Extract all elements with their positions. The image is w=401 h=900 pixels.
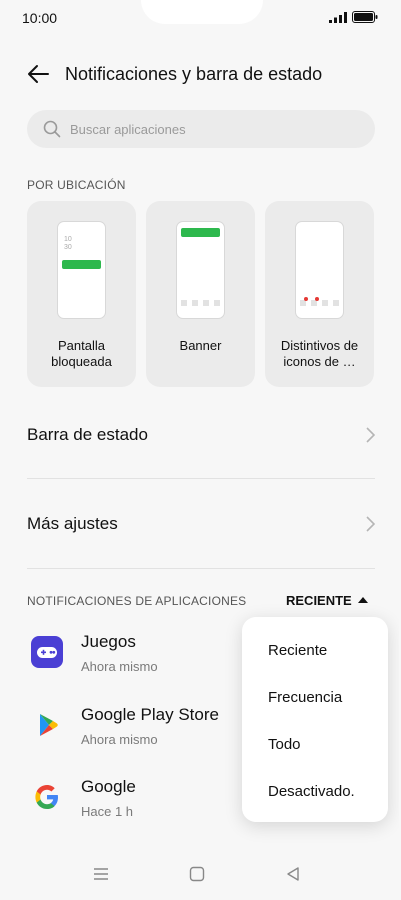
status-bar: 10:00 — [2, 0, 399, 36]
battery-icon — [352, 11, 378, 23]
app-time: Ahora mismo — [81, 732, 158, 747]
search-input[interactable]: Buscar aplicaciones — [27, 110, 375, 148]
camera-notch — [141, 0, 263, 24]
divider — [27, 478, 375, 479]
navigation-bar — [2, 860, 399, 890]
preview-dock — [300, 297, 341, 306]
caret-up-icon[interactable] — [358, 597, 368, 603]
app-name: Google Play Store — [81, 705, 219, 724]
badge-dot — [315, 297, 319, 301]
card-lock-screen[interactable]: 10 30 Pantalla bloqueada — [27, 201, 136, 387]
card-label: Banner — [179, 338, 222, 353]
card-label: Pantalla bloqueada — [51, 338, 112, 369]
sort-dropdown[interactable]: RECIENTE — [286, 593, 352, 608]
section-label-app-notifications: NOTIFICACIONES DE APLICACIONES — [27, 594, 247, 608]
menu-item-disabled[interactable]: Desactivado. — [268, 783, 355, 800]
menu-item-all[interactable]: Todo — [268, 736, 301, 753]
banner-preview — [176, 221, 225, 319]
sort-menu: Reciente Frecuencia Todo Desactivado. — [242, 617, 388, 822]
menu-item-recent[interactable]: Reciente — [268, 642, 327, 659]
menu-item-frequency[interactable]: Frecuencia — [268, 689, 342, 706]
menu-icon[interactable] — [93, 866, 109, 882]
games-icon — [31, 636, 63, 668]
search-placeholder: Buscar aplicaciones — [70, 122, 186, 137]
card-icon-badges[interactable]: Distintivos de iconos de … — [265, 201, 374, 387]
preview-clock: 10 30 — [64, 236, 72, 251]
preview-dock — [181, 300, 222, 306]
search-icon — [43, 120, 61, 138]
app-row-games[interactable]: Juegos Ahora mismo — [27, 628, 267, 678]
screen: 10:00 Notificaciones y barra de estado B… — [2, 0, 399, 898]
row-status-bar[interactable]: Barra de estado — [27, 405, 375, 465]
app-time: Ahora mismo — [81, 659, 158, 674]
row-label: Más ajustes — [27, 514, 118, 533]
app-row-play-store[interactable]: Google Play Store Ahora mismo — [27, 701, 267, 751]
back-icon[interactable] — [285, 866, 301, 882]
location-cards: 10 30 Pantalla bloqueada Banner Distinti… — [27, 201, 375, 387]
preview-notification-bar — [62, 260, 101, 269]
divider — [27, 568, 375, 569]
chevron-right-icon — [366, 516, 375, 532]
chevron-right-icon — [366, 427, 375, 443]
signal-icon — [329, 12, 347, 23]
home-icon[interactable] — [189, 866, 205, 882]
card-label: Distintivos de iconos de … — [280, 338, 359, 369]
section-label-location: POR UBICACIÓN — [27, 178, 126, 192]
back-arrow-icon[interactable] — [26, 63, 50, 85]
badges-preview — [295, 221, 344, 319]
row-more-settings[interactable]: Más ajustes — [27, 494, 375, 554]
app-row-google[interactable]: Google Hace 1 h — [27, 773, 267, 823]
google-icon — [35, 785, 58, 809]
app-name: Google — [81, 777, 136, 796]
play-store-icon — [40, 714, 58, 736]
badge-dot — [304, 297, 308, 301]
row-label: Barra de estado — [27, 425, 148, 444]
card-banner[interactable]: Banner — [146, 201, 255, 387]
app-time: Hace 1 h — [81, 804, 134, 819]
status-time: 10:00 — [22, 10, 58, 26]
app-name: Juegos — [81, 632, 136, 651]
preview-banner-bar — [181, 228, 220, 237]
page-title: Notificaciones y barra de estado — [65, 64, 323, 84]
lock-screen-preview: 10 30 — [57, 221, 106, 319]
